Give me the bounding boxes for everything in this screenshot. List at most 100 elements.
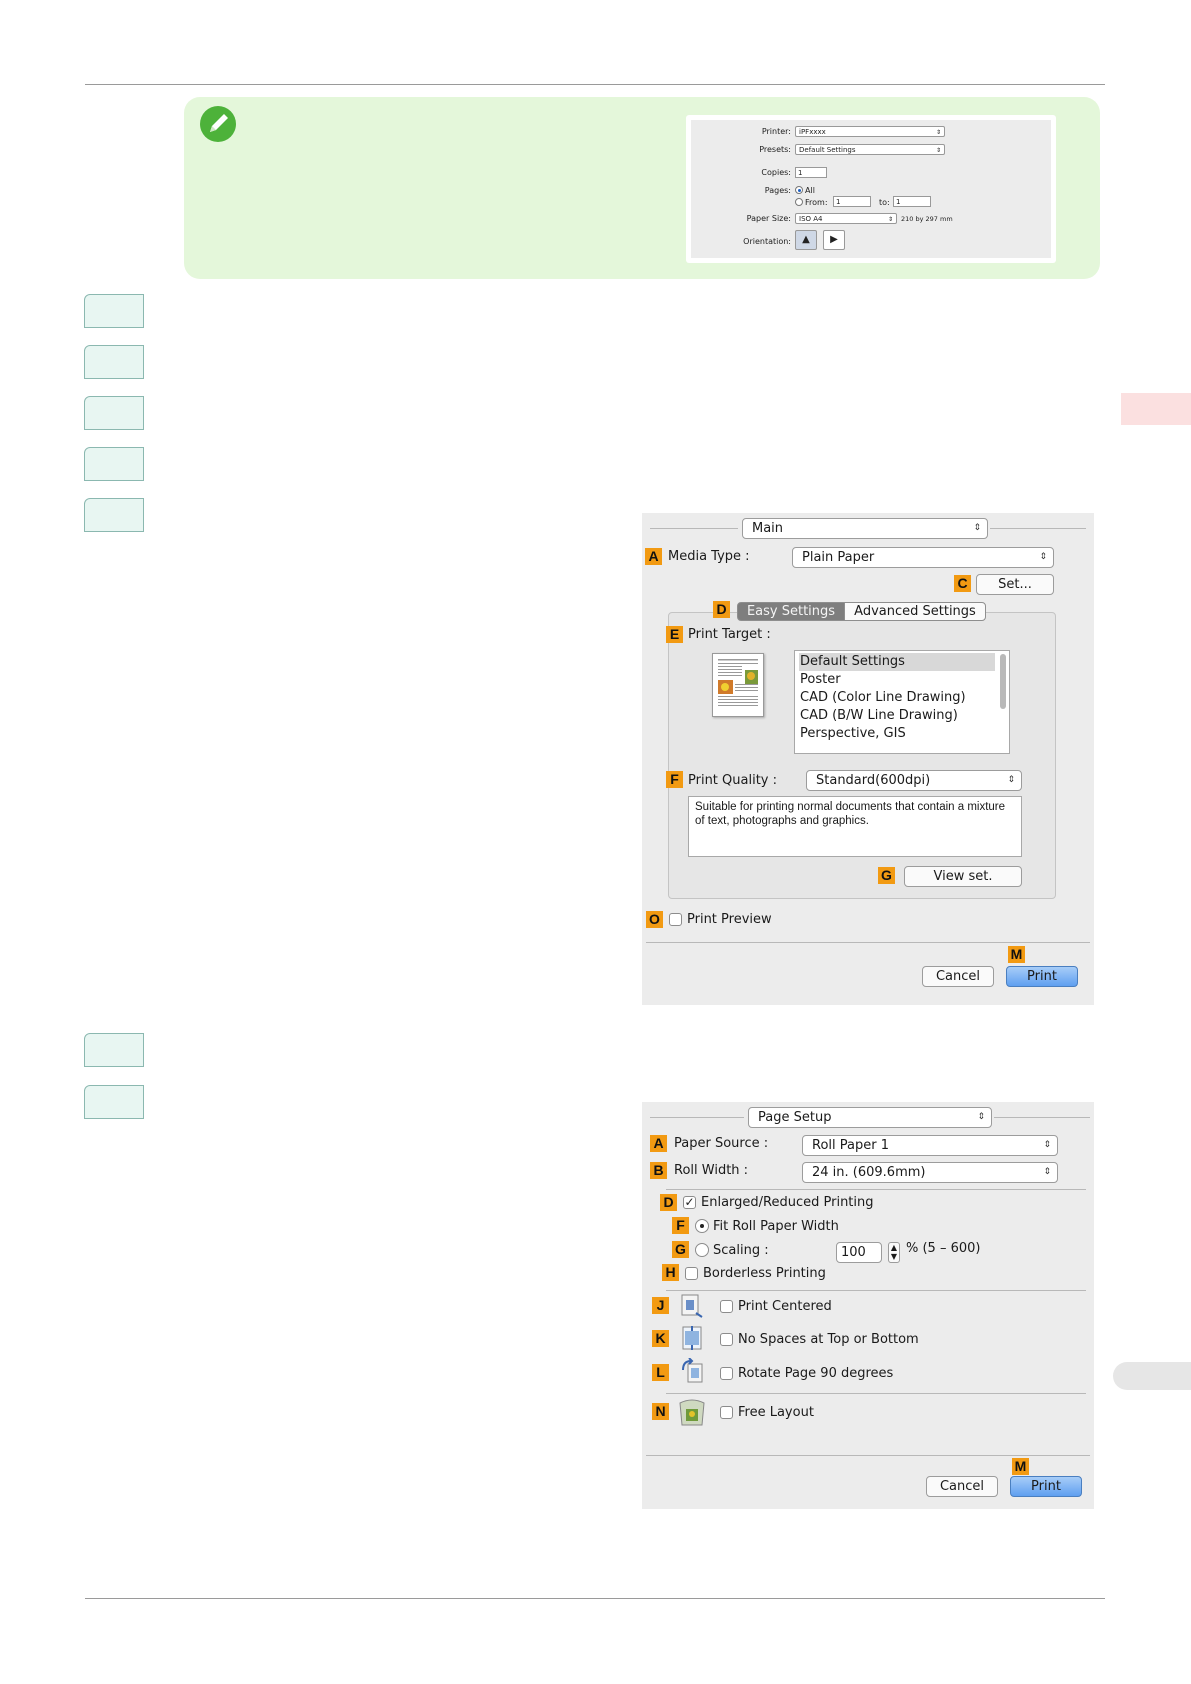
separator [666,1189,1086,1190]
tag-e: E [666,626,683,643]
section-tab-active[interactable] [1121,393,1191,425]
pencil-icon [200,106,236,142]
tag-a: A [645,548,662,565]
panel-select[interactable]: Page Setup ⇕ [748,1107,992,1128]
landscape-orientation-button[interactable]: ▶ [823,230,845,250]
rotate-page-label: Rotate Page 90 degrees [738,1366,894,1381]
rotate-page-checkbox[interactable] [720,1367,733,1380]
scaling-stepper[interactable]: ▲ ▼ [888,1242,900,1263]
presets-label: Presets: [759,145,791,154]
tag-l: L [652,1364,669,1381]
print-button[interactable]: Print [1010,1476,1082,1497]
print-target-thumbnail [712,653,764,717]
borderless-checkbox[interactable] [685,1267,698,1280]
scaling-label: Scaling : [713,1243,769,1258]
print-target-label: Print Target : [688,627,771,642]
no-spaces-label: No Spaces at Top or Bottom [738,1332,919,1347]
list-item[interactable]: Poster [799,671,995,689]
cancel-button[interactable]: Cancel [926,1476,998,1497]
header-rule [85,84,1105,85]
printer-value: iPFxxxx [799,128,826,136]
scaling-range: % (5 – 600) [906,1241,981,1256]
print-centered-icon [680,1293,704,1319]
paper-source-select[interactable]: Roll Paper 1 ⇕ [802,1135,1058,1156]
printer-label: Printer: [761,127,791,136]
list-item[interactable]: CAD (Color Line Drawing) [799,689,995,707]
enlarged-reduced-checkbox[interactable]: ✓ [683,1196,696,1209]
step-marker-4 [84,447,144,481]
panel-select[interactable]: Main ⇕ [742,518,988,539]
section-tab[interactable] [1113,1362,1191,1390]
media-type-label: Media Type : [668,549,750,564]
media-type-select[interactable]: Plain Paper ⇕ [792,547,1054,568]
tag-d: D [660,1194,677,1211]
tag-o: O [646,911,663,928]
cancel-button[interactable]: Cancel [922,966,994,987]
free-layout-checkbox[interactable] [720,1406,733,1419]
copies-field[interactable]: 1 [795,167,827,178]
separator [646,1455,1090,1456]
tag-a: A [650,1135,667,1152]
pages-to-label: to: [879,198,890,207]
print-preview-checkbox[interactable] [669,913,682,926]
separator [994,1117,1090,1118]
tag-g: G [672,1241,689,1258]
pages-to-field[interactable]: 1 [893,196,931,207]
scaling-radio[interactable] [695,1243,709,1257]
pages-from-radio[interactable] [795,198,803,206]
media-type-value: Plain Paper [802,550,875,565]
view-set-button[interactable]: View set. [904,866,1022,887]
print-quality-select[interactable]: Standard(600dpi) ⇕ [806,770,1022,791]
pages-all-radio[interactable] [795,186,803,194]
tag-c: C [954,575,971,592]
tab-easy-settings[interactable]: Easy Settings [737,602,845,621]
tag-f: F [666,771,683,788]
separator [990,528,1086,529]
separator [650,1117,744,1118]
copies-label: Copies: [761,168,791,177]
step-marker-3 [84,396,144,430]
list-scrollbar[interactable] [1000,654,1006,709]
main-dialog: Main ⇕ A Media Type : Plain Paper ⇕ C Set.… [642,513,1094,1005]
list-item[interactable]: CAD (B/W Line Drawing) [799,707,995,725]
fit-roll-label: Fit Roll Paper Width [713,1219,839,1234]
paper-size-select[interactable]: ISO A4 ⇕ [795,213,897,224]
pages-from-field[interactable]: 1 [833,196,871,207]
list-item[interactable]: Perspective, GIS [799,725,995,743]
tag-m: M [1012,1458,1029,1475]
step-marker-1 [84,294,144,328]
print-target-list[interactable]: Default Settings Poster CAD (Color Line … [794,650,1010,754]
step-marker-5 [84,498,144,532]
roll-width-select[interactable]: 24 in. (609.6mm) ⇕ [802,1162,1058,1183]
tab-advanced-settings[interactable]: Advanced Settings [844,602,986,621]
pages-label: Pages: [764,186,791,195]
enlarged-reduced-label: Enlarged/Reduced Printing [701,1195,874,1210]
orientation-label: Orientation: [743,237,791,246]
separator [666,1290,1086,1291]
scaling-field[interactable]: 100 [836,1242,882,1263]
no-spaces-checkbox[interactable] [720,1333,733,1346]
print-button[interactable]: Print [1006,966,1078,987]
set-button[interactable]: Set... [976,574,1054,595]
print-quality-label: Print Quality : [688,773,778,788]
tag-n: N [652,1403,669,1420]
step-marker-7 [84,1085,144,1119]
separator [666,1393,1086,1394]
print-centered-checkbox[interactable] [720,1300,733,1313]
presets-value: Default Settings [799,146,856,154]
list-item[interactable]: Default Settings [799,653,995,671]
pages-all-label: All [805,186,815,195]
paper-size-dims: 210 by 297 mm [901,215,953,223]
tag-b: B [650,1162,667,1179]
page-setup-dialog: Page Setup ⇕ A Paper Source : Roll Paper … [642,1102,1094,1509]
tag-g: G [878,867,895,884]
presets-select[interactable]: Default Settings ⇕ [795,144,945,155]
print-preview-label: Print Preview [687,912,772,927]
fit-roll-radio[interactable] [695,1219,709,1233]
panel-select-value: Page Setup [758,1110,832,1125]
portrait-orientation-button[interactable]: ▲ [795,230,817,250]
separator [650,528,738,529]
print-dialog-thumbnail: Printer: iPFxxxx ⇕ Presets: Default Setti… [686,115,1056,263]
tag-h: H [662,1264,679,1281]
printer-select[interactable]: iPFxxxx ⇕ [795,126,945,137]
